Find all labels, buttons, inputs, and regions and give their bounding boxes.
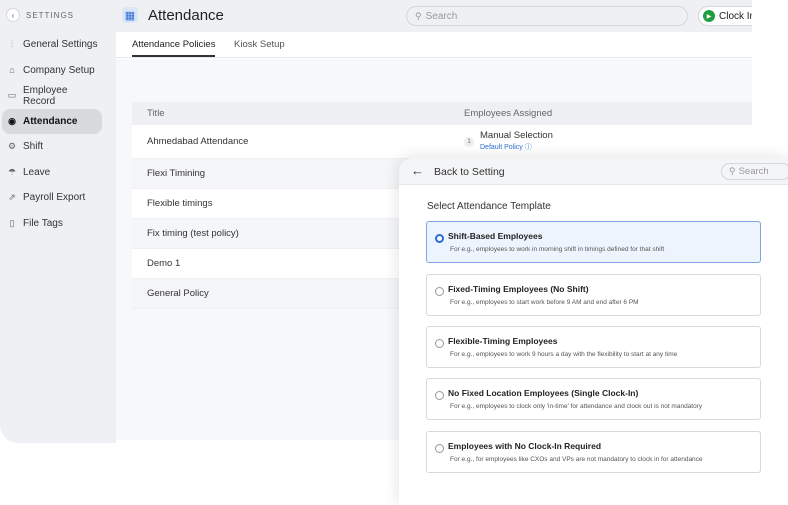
panel-header: ← Back to Setting ⚲ Search bbox=[399, 158, 788, 185]
building-icon: ⌂ bbox=[9, 65, 15, 76]
sidebar-item-employee-record[interactable]: ▭ Employee Record bbox=[0, 83, 102, 109]
export-icon: ⇗ bbox=[8, 192, 16, 203]
option-description: For e.g., employees to start work before… bbox=[450, 299, 639, 306]
template-option-no-clock-in[interactable]: Employees with No Clock-In Required For … bbox=[426, 431, 761, 473]
sidebar-title: SETTINGS bbox=[26, 10, 75, 20]
attendance-icon: ◉ bbox=[8, 115, 16, 126]
template-option-flexible-timing[interactable]: Flexible-Timing Employees For e.g., empl… bbox=[426, 326, 761, 368]
tab-kiosk-setup[interactable]: Kiosk Setup bbox=[234, 39, 285, 50]
option-title: Fixed-Timing Employees (No Shift) bbox=[448, 284, 589, 294]
radio-button[interactable] bbox=[435, 339, 444, 348]
sidebar-item-label: Shift bbox=[23, 141, 44, 153]
sidebar-item-label: Payroll Export bbox=[23, 192, 86, 204]
shift-icon: ⚙ bbox=[7, 141, 17, 152]
option-description: For e.g., for employees like CXOs and VP… bbox=[450, 456, 703, 463]
page-title: Attendance bbox=[148, 7, 224, 24]
radio-button[interactable] bbox=[435, 391, 444, 400]
tab-attendance-policies[interactable]: Attendance Policies bbox=[132, 39, 216, 57]
sidebar-item-attendance[interactable]: ◉ Attendance bbox=[2, 108, 102, 134]
radio-button[interactable] bbox=[435, 287, 444, 296]
assignment-type: Manual Selection bbox=[480, 130, 553, 142]
clock-in-label: Clock In bbox=[719, 10, 752, 22]
option-description: For e.g., employees to clock only 'in-ti… bbox=[450, 403, 703, 410]
tab-bar: Attendance Policies Kiosk Setup bbox=[116, 32, 752, 58]
clock-in-button[interactable]: ▶ Clock In bbox=[698, 6, 752, 26]
sidebar-item-file-tags[interactable]: ▯ File Tags bbox=[0, 211, 102, 237]
policy-title: Ahmedabad Attendance bbox=[147, 136, 249, 147]
tag-icon: ▯ bbox=[9, 217, 15, 228]
search-placeholder: Search bbox=[425, 10, 458, 22]
id-card-icon: ▭ bbox=[7, 90, 17, 101]
search-icon: ⚲ bbox=[729, 166, 736, 176]
sidebar-header: ‹ SETTINGS bbox=[6, 8, 74, 22]
sidebar-item-shift[interactable]: ⚙ Shift bbox=[0, 134, 102, 160]
search-input[interactable]: ⚲ Search bbox=[406, 6, 688, 26]
option-description: For e.g., employees to work in morning s… bbox=[450, 246, 665, 253]
attendance-page-icon: ▦ bbox=[122, 7, 138, 23]
table-row[interactable]: Ahmedabad Attendance 1 Manual Selection … bbox=[132, 125, 752, 159]
template-panel: ← Back to Setting ⚲ Search Select Attend… bbox=[399, 158, 788, 505]
option-title: Shift-Based Employees bbox=[448, 231, 543, 241]
column-header-employees-assigned: Employees Assigned bbox=[464, 108, 553, 119]
option-title: Flexible-Timing Employees bbox=[448, 336, 558, 346]
play-icon: ▶ bbox=[703, 10, 715, 22]
sidebar-item-company-setup[interactable]: ⌂ Company Setup bbox=[0, 58, 102, 84]
default-policy-link[interactable]: Default Policy ⓘ bbox=[480, 142, 553, 152]
sidebar-item-label: Employee Record bbox=[22, 84, 68, 107]
page-header: ▦ Attendance ⚲ Search ▶ Clock In bbox=[116, 0, 752, 32]
employees-assigned-cell: 1 Manual Selection Default Policy ⓘ bbox=[464, 130, 752, 152]
employee-count-badge: 1 bbox=[464, 136, 474, 147]
option-title: No Fixed Location Employees (Single Cloc… bbox=[448, 388, 639, 398]
sliders-icon: ⫶ bbox=[10, 39, 14, 50]
sidebar-item-general-settings[interactable]: ⫶ General Settings bbox=[0, 32, 102, 58]
option-title: Employees with No Clock-In Required bbox=[448, 441, 602, 451]
sidebar-list: ⫶ General Settings ⌂ Company Setup ▭ Emp… bbox=[0, 32, 116, 236]
template-option-shift-based[interactable]: Shift-Based Employees For e.g., employee… bbox=[426, 221, 761, 263]
sidebar-item-label: Leave bbox=[23, 166, 51, 178]
settings-sidebar: ‹ SETTINGS ⫶ General Settings ⌂ Company … bbox=[0, 0, 116, 443]
sidebar-item-label: Company Setup bbox=[23, 64, 95, 76]
back-icon[interactable]: ‹ bbox=[6, 8, 20, 22]
option-description: For e.g., employees to work 9 hours a da… bbox=[450, 351, 678, 358]
search-icon: ⚲ bbox=[415, 10, 422, 21]
column-header-title: Title bbox=[147, 108, 165, 119]
back-to-setting-link[interactable]: Back to Setting bbox=[434, 166, 505, 178]
panel-title: Select Attendance Template bbox=[427, 201, 551, 212]
radio-button[interactable] bbox=[435, 444, 444, 453]
back-arrow-icon[interactable]: ← bbox=[411, 163, 424, 178]
template-option-fixed-timing[interactable]: Fixed-Timing Employees (No Shift) For e.… bbox=[426, 274, 761, 316]
sidebar-item-label: Attendance bbox=[23, 115, 78, 127]
sidebar-item-label: General Settings bbox=[23, 39, 98, 51]
table-header: Title Employees Assigned bbox=[132, 102, 752, 125]
template-option-no-fixed-location[interactable]: No Fixed Location Employees (Single Cloc… bbox=[426, 378, 761, 420]
sidebar-item-payroll-export[interactable]: ⇗ Payroll Export bbox=[0, 185, 102, 211]
leave-icon: ☂ bbox=[7, 166, 17, 177]
panel-search-input[interactable]: ⚲ Search bbox=[721, 163, 788, 180]
sidebar-item-leave[interactable]: ☂ Leave bbox=[0, 160, 102, 186]
radio-button[interactable] bbox=[435, 234, 444, 243]
panel-search-placeholder: Search bbox=[738, 166, 769, 177]
sidebar-item-label: File Tags bbox=[23, 217, 63, 229]
